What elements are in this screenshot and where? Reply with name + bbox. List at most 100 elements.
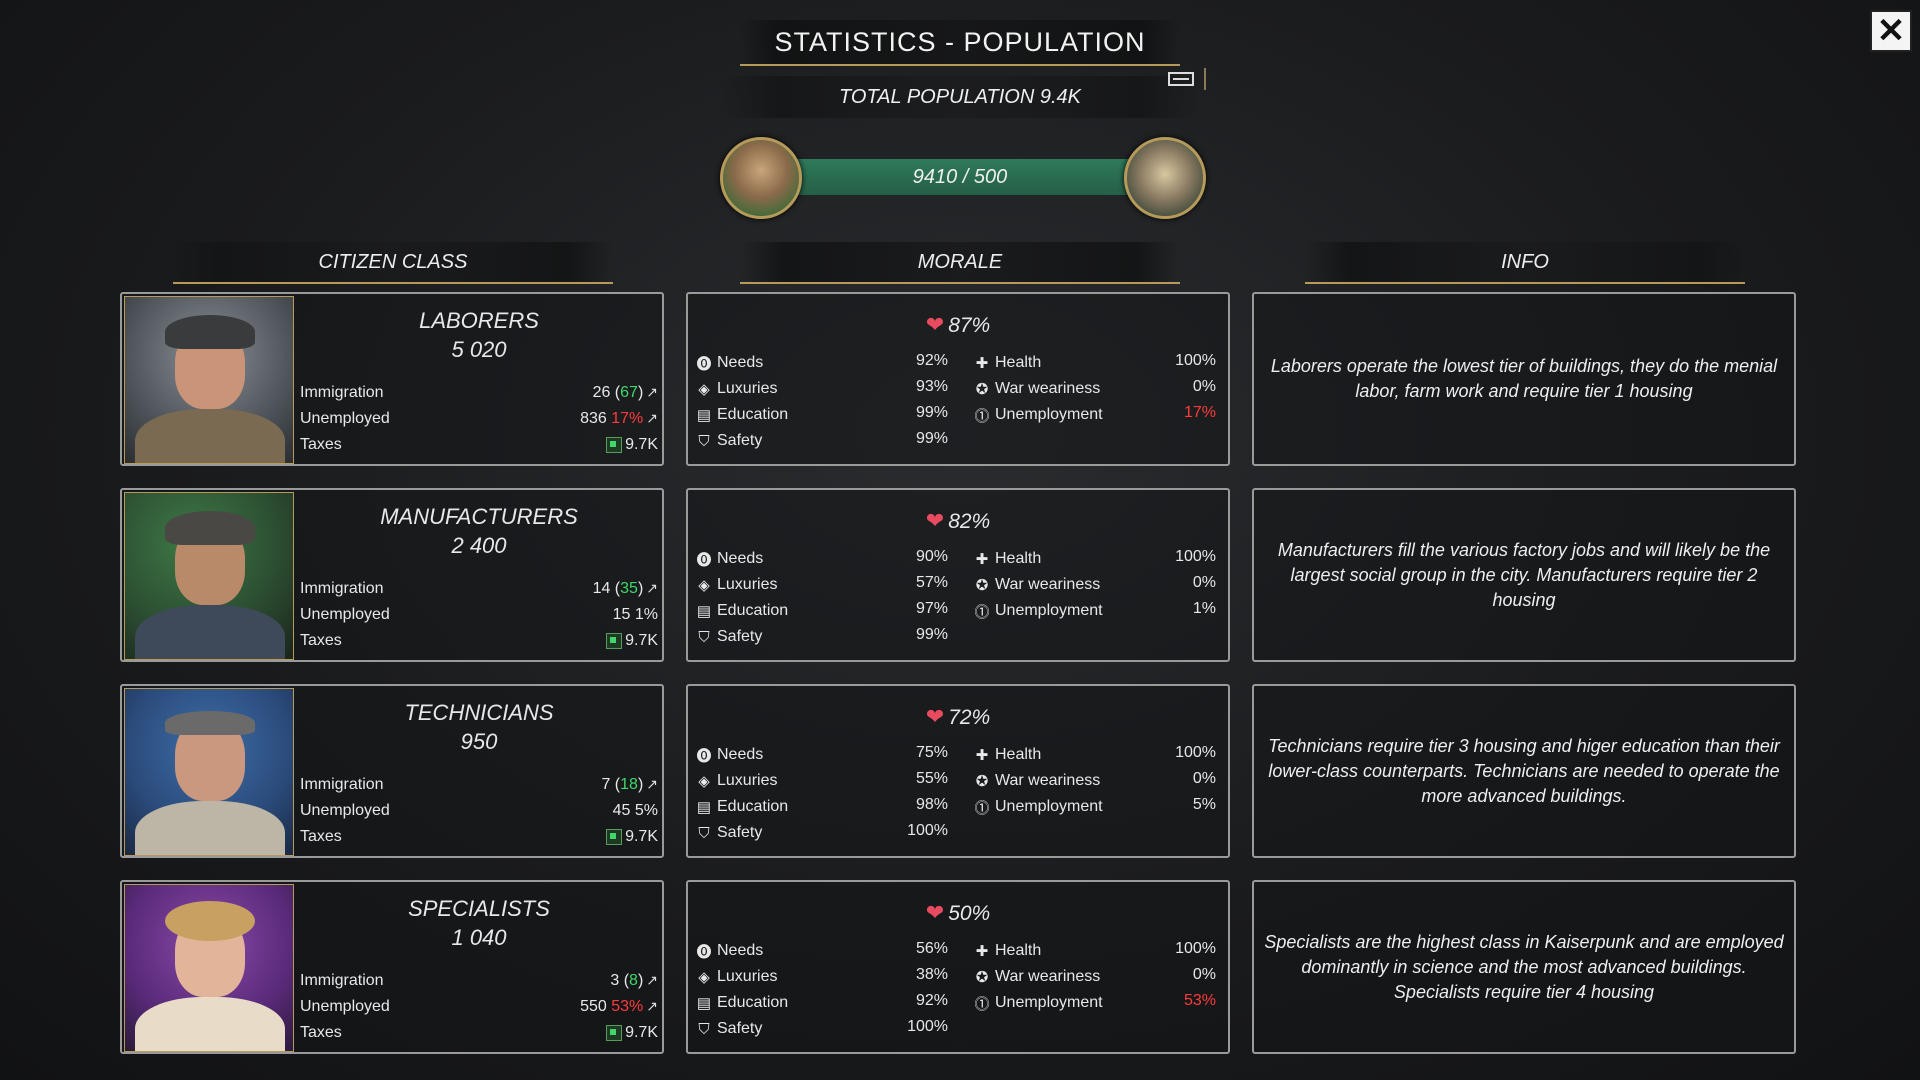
morale-value: ❤ 87% (925, 312, 991, 337)
immigration-row: Immigration 14 (35) ↗ (300, 578, 658, 600)
class-panel-technicians[interactable]: TECHNICIANS 950 Immigration 7 (18) ↗ Unem… (120, 684, 664, 858)
class-name: TECHNICIANS (404, 700, 554, 725)
info-header: INFO (1305, 242, 1745, 284)
arrow-up-icon: ↗ (646, 998, 658, 1014)
education-row: ▤ Education (696, 602, 789, 620)
plus-icon: ✚ (975, 551, 989, 568)
safety-row: ⛉ Safety (696, 1018, 762, 1040)
taxes-label: Taxes (300, 828, 342, 845)
immigration-row: Immigration 3 (8) ↗ (300, 970, 658, 992)
morale-panel: ❤ 72% ⓿ Needs 75% ◈ Luxuries 55% ▤ Education… (686, 684, 1230, 858)
needs-icon: ⓿ (696, 747, 712, 765)
health-row: ✚ Health (975, 550, 1042, 568)
safety-row: ⛉ Safety (696, 626, 762, 648)
book-icon: ▤ (696, 603, 712, 620)
document-icon (1168, 72, 1194, 86)
unemployment-value: 5% (1192, 796, 1216, 813)
class-panel-specialists[interactable]: SPECIALISTS 1 040 Immigration 3 (8) ↗ Une… (120, 880, 664, 1054)
class-panel-laborers[interactable]: LABORERS 5 020 Immigration 26 (67) ↗ Unem… (120, 292, 664, 466)
morale-panel: ❤ 50% ⓿ Needs 56% ◈ Luxuries 38% ▤ Education… (686, 880, 1230, 1054)
needs-row: ⓿ Needs (696, 942, 764, 961)
info-text: Laborers operate the lowest tier of buil… (1270, 356, 1778, 401)
close-button[interactable]: ✕ (1870, 10, 1912, 52)
health-row: ✚ Health (975, 354, 1042, 372)
unemployment-row: ⓵ Unemployment (974, 994, 1103, 1013)
class-name: LABORERS (419, 308, 539, 333)
education-value: 97% (915, 600, 948, 617)
money-icon (606, 828, 623, 845)
diamond-icon: ◈ (698, 381, 710, 398)
close-icon: ✕ (1876, 12, 1906, 50)
unemployed-row: Unemployed 15 1% (300, 604, 658, 626)
needs-value: 75% (915, 744, 948, 761)
population-detail-button[interactable] (1158, 68, 1206, 90)
immigration-label: Immigration (300, 384, 384, 401)
class-panel-manufacturers[interactable]: MANUFACTURERS 2 400 Immigration 14 (35) ↗… (120, 488, 664, 662)
taxes-value: 9.7K (606, 436, 658, 454)
class-portrait (124, 296, 294, 464)
education-value: 98% (915, 796, 948, 813)
needs-row: ⓿ Needs (696, 746, 764, 765)
safety-row: ⛉ Safety (696, 822, 762, 844)
morale-panel: ❤ 82% ⓿ Needs 90% ◈ Luxuries 57% ▤ Education… (686, 488, 1230, 662)
unemployed-label: Unemployed (300, 998, 390, 1015)
education-value: 99% (915, 404, 948, 421)
immigration-row: Immigration 7 (18) ↗ (300, 774, 658, 796)
taxes-value: 9.7K (606, 828, 658, 846)
education-value: 92% (915, 992, 948, 1009)
class-count: 2 400 (451, 533, 507, 558)
war-weariness-value: 0% (1192, 574, 1216, 591)
war-weariness-value: 0% (1192, 966, 1216, 983)
unemployment-icon: ⓵ (974, 407, 990, 425)
progress-bar: 9410 / 500 (780, 159, 1140, 195)
unemployment-row: ⓵ Unemployment (974, 602, 1103, 621)
war-weariness-row: ✪ War weariness (975, 968, 1101, 986)
class-name: MANUFACTURERS (380, 504, 578, 529)
info-text: Specialists are the highest class in Kai… (1264, 931, 1784, 1002)
immigration-value: 14 (35) ↗ (592, 580, 658, 597)
total-population: TOTAL POPULATION 9.4K (720, 76, 1200, 118)
population-progress: 9410 / 500 (720, 137, 1206, 219)
unemployed-row: Unemployed 836 17% ↗ (300, 408, 658, 430)
war-icon: ✪ (975, 773, 989, 790)
luxuries-row: ◈ Luxuries (696, 770, 777, 792)
shield-icon: ⛉ (698, 1020, 710, 1038)
arrow-up-icon: ↗ (646, 580, 658, 596)
luxuries-row: ◈ Luxuries (696, 966, 777, 988)
war-icon: ✪ (975, 969, 989, 986)
safety-value: 99% (915, 430, 948, 447)
unemployment-value: 1% (1192, 600, 1216, 617)
book-icon: ▤ (696, 407, 712, 424)
info-panel: Manufacturers fill the various factory j… (1252, 488, 1796, 662)
needs-icon: ⓿ (696, 943, 712, 961)
unemployment-row: ⓵ Unemployment (974, 406, 1103, 425)
luxuries-value: 93% (915, 378, 948, 395)
health-value: 100% (1175, 548, 1216, 565)
morale-panel: ❤ 87% ⓿ Needs 92% ◈ Luxuries 93% ▤ Education… (686, 292, 1230, 466)
education-row: ▤ Education (696, 798, 789, 816)
money-icon (606, 436, 623, 453)
class-count: 5 020 (451, 337, 507, 362)
luxuries-value: 38% (915, 966, 948, 983)
diamond-icon: ◈ (698, 773, 710, 790)
morale-value: ❤ 50% (925, 900, 991, 925)
unemployed-value: 15 1% (612, 606, 658, 623)
plus-icon: ✚ (975, 747, 989, 764)
needs-row: ⓿ Needs (696, 354, 764, 373)
book-icon: ▤ (696, 799, 712, 816)
immigration-value: 7 (18) ↗ (601, 776, 658, 793)
heart-icon: ❤ (925, 508, 945, 533)
needs-value: 92% (915, 352, 948, 369)
unemployed-label: Unemployed (300, 802, 390, 819)
heart-icon: ❤ (925, 900, 945, 925)
class-count: 1 040 (451, 925, 507, 950)
unemployment-icon: ⓵ (974, 799, 990, 817)
luxuries-row: ◈ Luxuries (696, 378, 777, 400)
unemployed-label: Unemployed (300, 606, 390, 623)
unemployment-row: ⓵ Unemployment (974, 798, 1103, 817)
arrow-up-icon: ↗ (646, 776, 658, 792)
needs-row: ⓿ Needs (696, 550, 764, 569)
war-icon: ✪ (975, 577, 989, 594)
war-icon: ✪ (975, 381, 989, 398)
needs-icon: ⓿ (696, 355, 712, 373)
